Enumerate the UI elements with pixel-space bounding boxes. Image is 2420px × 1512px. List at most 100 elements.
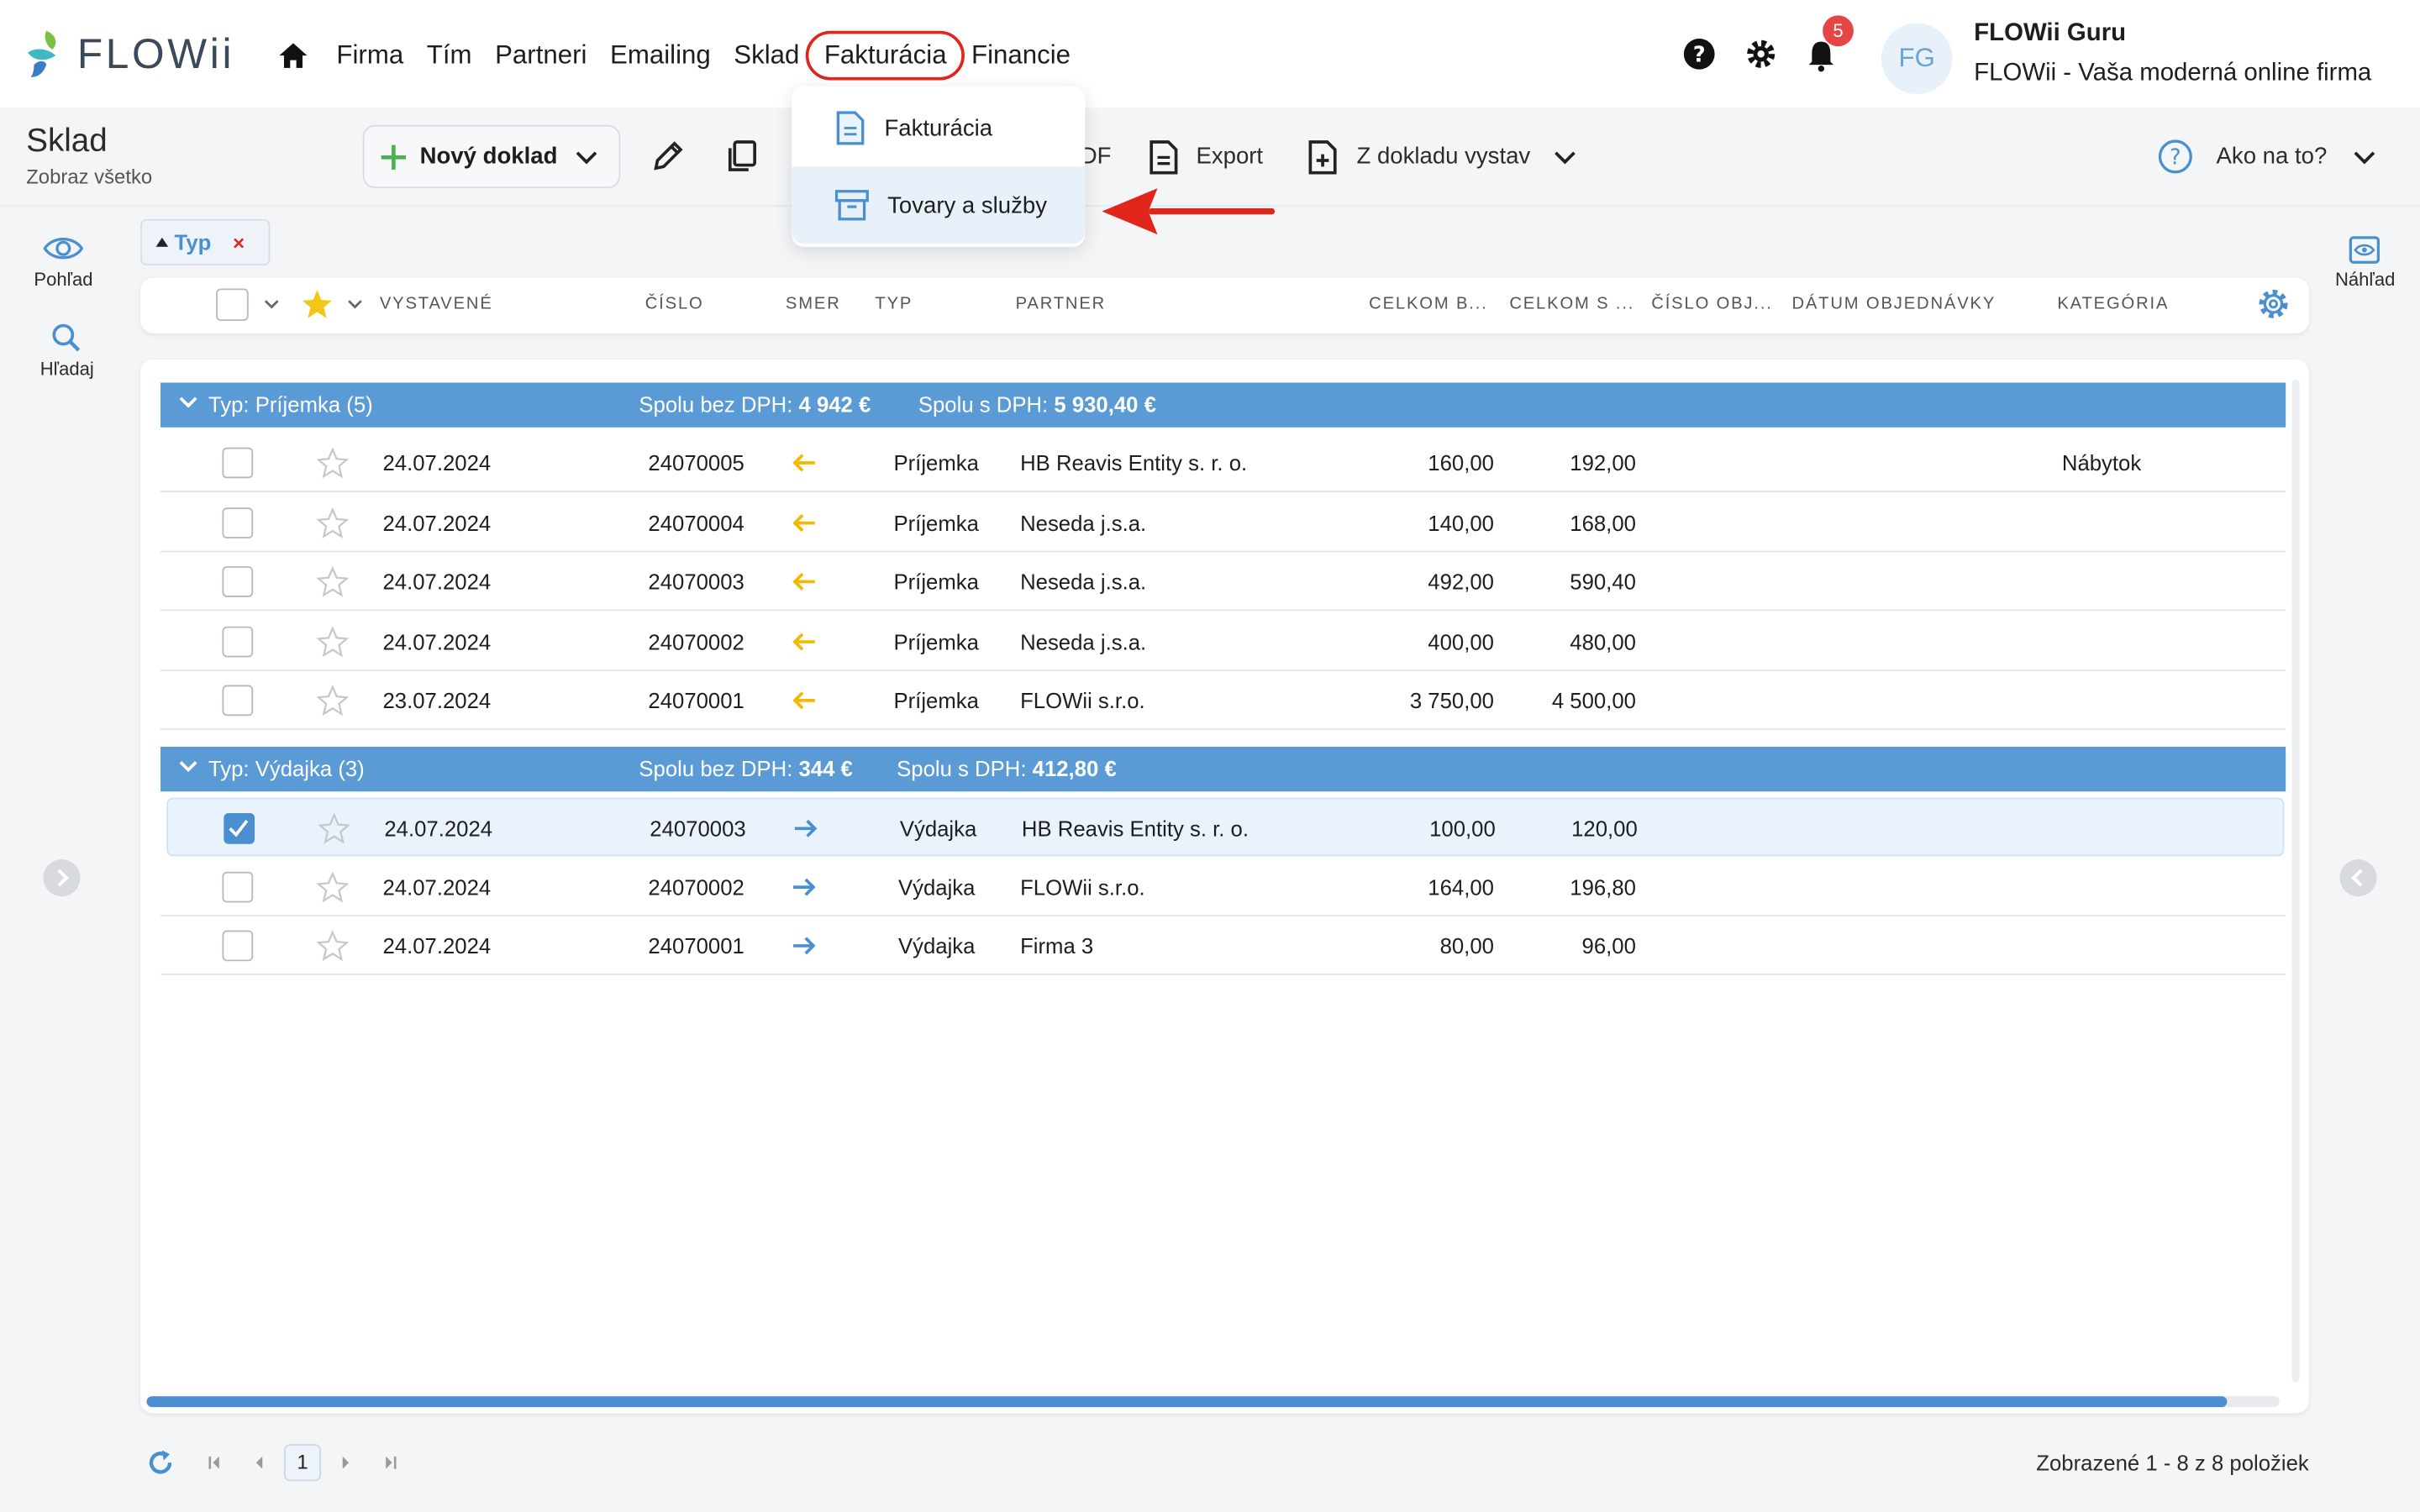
- star-outline-icon[interactable]: [316, 507, 350, 538]
- cell-total-gross: 480,00: [1570, 629, 1636, 654]
- column-number[interactable]: ČÍSLO: [645, 295, 704, 313]
- table-row[interactable]: 24.07.2024 24070001 Výdajka Firma 3 80,00 96,…: [160, 916, 2286, 976]
- chevron-down-icon[interactable]: [179, 396, 197, 409]
- group-header-row[interactable]: Typ: Príjemka (5) Spolu bez DPH: 4 942 € S…: [160, 382, 2286, 428]
- search-button[interactable]: Hľadaj: [40, 323, 94, 380]
- cell-partner: Neseda j.s.a.: [1020, 510, 1147, 535]
- row-checkbox[interactable]: [222, 626, 254, 658]
- nav-item-fakturacia[interactable]: Fakturácia: [805, 30, 965, 81]
- column-order-date[interactable]: DÁTUM OBJEDNÁVKY: [1791, 295, 1996, 313]
- group-by-chip[interactable]: Typ ×: [140, 218, 271, 265]
- logo[interactable]: FLOWii: [24, 28, 234, 80]
- row-checkbox[interactable]: [222, 930, 254, 962]
- user-name: FLOWii Guru: [1974, 19, 2127, 47]
- star-outline-icon[interactable]: [316, 685, 350, 717]
- cell-partner: Firma 3: [1020, 933, 1094, 958]
- expand-right-panel-button[interactable]: [2339, 859, 2377, 897]
- star-outline-icon[interactable]: [316, 930, 350, 962]
- cell-total-net: 80,00: [1439, 933, 1494, 958]
- row-checkbox[interactable]: [222, 507, 254, 538]
- create-from-document-button[interactable]: Z dokladu vystav: [1356, 144, 1530, 170]
- select-all-checkbox[interactable]: [216, 288, 249, 322]
- help-button[interactable]: Ako na to?: [2217, 144, 2328, 170]
- chevron-down-icon: [576, 150, 597, 164]
- file-plus-icon[interactable]: [1307, 139, 1339, 176]
- star-outline-icon[interactable]: [316, 871, 350, 902]
- arrow-left-icon: [792, 571, 816, 593]
- document-icon: [836, 111, 865, 145]
- refresh-icon[interactable]: [145, 1447, 176, 1478]
- horizontal-scrollbar-thumb[interactable]: [146, 1396, 2228, 1408]
- column-total-net[interactable]: CELKOM B...: [1369, 295, 1487, 313]
- menu-item-tovary-a-sluzby[interactable]: Tovary a služby: [792, 166, 1086, 244]
- column-order-number[interactable]: ČÍSLO OBJ...: [1651, 295, 1772, 313]
- nav-item-emailing[interactable]: Emailing: [610, 40, 711, 71]
- group-header-row[interactable]: Typ: Výdajka (3) Spolu bez DPH: 344 € Spol…: [160, 746, 2286, 792]
- column-settings-gear-icon[interactable]: [2256, 287, 2290, 321]
- column-issued[interactable]: VYSTAVENÉ: [380, 295, 493, 313]
- group-net-total: Spolu bez DPH: 4 942 €: [639, 391, 871, 417]
- view-button[interactable]: Pohľad: [34, 234, 93, 290]
- row-checkbox[interactable]: [222, 685, 254, 717]
- gear-icon[interactable]: [1744, 37, 1778, 71]
- help-circle-icon[interactable]: ?: [1682, 37, 1716, 71]
- pencil-icon[interactable]: [651, 139, 685, 172]
- first-page-icon[interactable]: [207, 1455, 222, 1470]
- row-checkbox[interactable]: [222, 871, 254, 902]
- vertical-scrollbar[interactable]: [2291, 379, 2300, 1383]
- preview-button[interactable]: Náhľad: [2335, 236, 2395, 290]
- nav-item-sklad[interactable]: Sklad: [734, 40, 799, 71]
- table-row[interactable]: 24.07.2024 24070004 Príjemka Neseda j.s.a. 1…: [160, 493, 2286, 552]
- table-row[interactable]: 24.07.2024 24070005 Príjemka HB Reavis Enti…: [160, 433, 2286, 492]
- table-row[interactable]: 24.07.2024 24070002 Výdajka FLOWii s.r.o. 16…: [160, 857, 2286, 916]
- avatar[interactable]: FG: [1881, 23, 1953, 95]
- row-checkbox[interactable]: [222, 447, 254, 479]
- column-partner[interactable]: PARTNER: [1016, 295, 1107, 313]
- table-row[interactable]: 24.07.2024 24070003 Výdajka HB Reavis Entit…: [166, 797, 2285, 857]
- chevron-down-icon[interactable]: [2354, 150, 2375, 165]
- column-total-gross[interactable]: CELKOM S ...: [1509, 295, 1634, 313]
- last-page-icon[interactable]: [383, 1455, 398, 1470]
- cell-number: 24070004: [648, 510, 744, 535]
- chevron-down-icon[interactable]: [264, 299, 279, 310]
- cell-total-net: 164,00: [1428, 874, 1494, 900]
- star-outline-icon[interactable]: [318, 812, 350, 844]
- previous-page-icon[interactable]: [253, 1455, 266, 1470]
- nav-item-firma[interactable]: Firma: [336, 40, 403, 71]
- cell-partner: Neseda j.s.a.: [1020, 629, 1147, 654]
- column-type[interactable]: TYP: [875, 295, 913, 313]
- page-subtitle[interactable]: Zobraz všetko: [26, 165, 152, 189]
- chevron-left-icon: [2351, 869, 2363, 887]
- new-document-button[interactable]: Nový doklad: [362, 124, 621, 189]
- cell-type: Príjemka: [893, 450, 979, 475]
- table-row[interactable]: 24.07.2024 24070002 Príjemka Neseda j.s.a. 4…: [160, 612, 2286, 671]
- next-page-icon[interactable]: [339, 1455, 352, 1470]
- expand-left-panel-button[interactable]: [43, 859, 81, 897]
- row-checkbox[interactable]: [224, 812, 255, 844]
- star-outline-icon[interactable]: [316, 626, 350, 658]
- star-outline-icon[interactable]: [316, 566, 350, 598]
- column-direction[interactable]: SMER: [786, 295, 841, 313]
- home-icon[interactable]: [278, 40, 309, 71]
- menu-item-fakturacia[interactable]: Fakturácia: [792, 90, 1085, 167]
- table-row[interactable]: 24.07.2024 24070003 Príjemka Neseda j.s.a. 4…: [160, 553, 2286, 612]
- nav-item-tim[interactable]: Tím: [427, 40, 472, 71]
- copy-icon[interactable]: [725, 139, 759, 172]
- chevron-down-icon[interactable]: [1555, 150, 1576, 165]
- current-page[interactable]: 1: [283, 1444, 322, 1482]
- column-category[interactable]: KATEGÓRIA: [2057, 295, 2169, 313]
- remove-chip-button[interactable]: ×: [233, 231, 245, 255]
- chevron-down-icon[interactable]: [347, 299, 362, 310]
- group-gross-total: Spolu s DPH: 412,80 €: [897, 755, 1117, 781]
- chevron-down-icon[interactable]: [179, 761, 197, 774]
- nav-item-partneri[interactable]: Partneri: [495, 40, 587, 71]
- export-document-icon[interactable]: [1149, 139, 1180, 176]
- table-row[interactable]: 23.07.2024 24070001 Príjemka FLOWii s.r.o. 3…: [160, 672, 2286, 731]
- star-outline-icon[interactable]: [316, 447, 350, 479]
- export-button[interactable]: Export: [1196, 144, 1263, 170]
- row-checkbox[interactable]: [222, 566, 254, 598]
- grid-column-header: VYSTAVENÉ ČÍSLO SMER TYP PARTNER CELKOM …: [140, 277, 2309, 333]
- help-outline-icon[interactable]: ?: [2158, 139, 2193, 174]
- nav-item-financie[interactable]: Financie: [971, 40, 1071, 71]
- star-filled-icon[interactable]: [301, 288, 334, 319]
